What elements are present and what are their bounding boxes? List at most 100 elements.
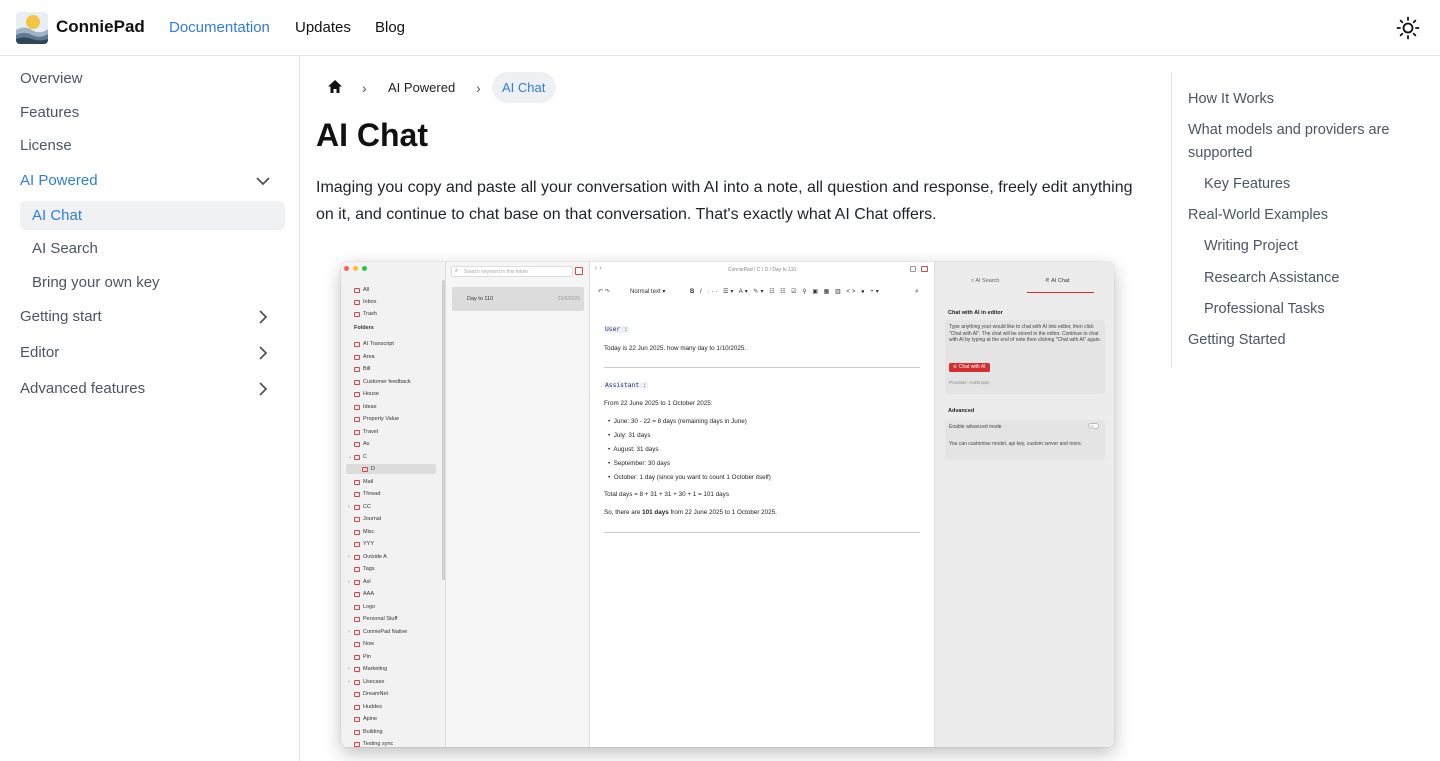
- breadcrumb-ai-chat[interactable]: AI Chat: [502, 80, 545, 95]
- chevron-down-icon[interactable]: [254, 172, 272, 190]
- folder-caret-icon[interactable]: ›: [348, 504, 350, 510]
- top-item[interactable]: Trash: [363, 311, 377, 317]
- toc-models-providers[interactable]: What models and providers are supported: [1188, 119, 1418, 165]
- folder-caret-icon[interactable]: ›: [348, 629, 350, 635]
- folder-item[interactable]: Axl: [363, 579, 371, 585]
- folder-item[interactable]: Marketing: [363, 666, 387, 672]
- folder-item[interactable]: ConniePad Native: [363, 629, 407, 635]
- folder-item[interactable]: Apine: [363, 716, 377, 722]
- toc-key-features[interactable]: Key Features: [1204, 173, 1290, 196]
- folder-item[interactable]: CC: [363, 504, 371, 510]
- folder-item[interactable]: Travel: [363, 429, 378, 435]
- breadcrumb-ai-powered[interactable]: AI Powered: [388, 80, 455, 95]
- folder-icon: [354, 517, 360, 522]
- undo-redo-icon[interactable]: ↶ ↷: [598, 288, 610, 295]
- toc-how-it-works[interactable]: How It Works: [1188, 88, 1274, 111]
- new-note-icon[interactable]: [575, 267, 583, 275]
- folder-item[interactable]: Bill: [363, 366, 370, 372]
- folder-icon: [354, 654, 360, 660]
- chevron-right-icon[interactable]: [254, 380, 272, 398]
- folder-item[interactable]: Property Value: [363, 416, 399, 422]
- folder-item[interactable]: Mail: [363, 479, 373, 485]
- conclusion-post: from 22 June 2025 to 1 October 2025.: [668, 509, 777, 516]
- top-item[interactable]: All: [363, 287, 369, 293]
- folder-item[interactable]: Ideas: [363, 404, 376, 410]
- folder-item[interactable]: Outside A: [363, 554, 387, 560]
- find-icon[interactable]: ⌕: [915, 288, 919, 296]
- folder-item[interactable]: Now: [363, 641, 374, 647]
- folder-item[interactable]: Misc: [363, 529, 374, 535]
- lock-icon[interactable]: [910, 266, 916, 272]
- text-style-select[interactable]: Normal text ▾: [630, 288, 665, 295]
- sidebar-item-getting-start[interactable]: Getting start: [20, 308, 102, 325]
- sidebar-item-ai-powered[interactable]: AI Powered: [20, 172, 98, 189]
- folder-caret-icon[interactable]: ›: [348, 579, 350, 585]
- chevron-right-icon[interactable]: [254, 308, 272, 326]
- folder-icon: [362, 467, 368, 472]
- folder-item[interactable]: Area: [363, 354, 375, 360]
- folder-item[interactable]: Usecase: [363, 679, 384, 685]
- format-toolbar[interactable]: B I ··· ☰▾ A▾ ✎▾ ☷ ☷ ☑ ⚲ ▣ ▦ ▥ <> ● +▾: [690, 288, 881, 295]
- nav-blog[interactable]: Blog: [375, 19, 405, 36]
- folder-icon: [354, 417, 360, 422]
- sidebar-item-ai-search[interactable]: AI Search: [32, 240, 98, 257]
- chevron-right-icon[interactable]: [254, 344, 272, 362]
- app-note-list: ⌕ Search keyword in this folder Day to 1…: [446, 262, 590, 747]
- tab-ai-chat[interactable]: ⚟ AI Chat: [1045, 278, 1070, 284]
- toc-writing-project[interactable]: Writing Project: [1204, 235, 1298, 258]
- folder-scrollbar[interactable]: [442, 280, 445, 580]
- home-icon[interactable]: [326, 78, 344, 96]
- folder-item[interactable]: Personal Stuff: [363, 616, 397, 622]
- app-editor[interactable]: ‹ › ConniePad / C / D / Day to 110 ↶ ↷ N…: [590, 262, 934, 747]
- toc-professional-tasks[interactable]: Professional Tasks: [1204, 298, 1325, 321]
- note-search-input[interactable]: ⌕ Search keyword in this folder: [451, 266, 573, 277]
- folder-item[interactable]: Journal: [363, 516, 381, 522]
- folder-item[interactable]: Building: [363, 729, 383, 735]
- folder-item[interactable]: YYY: [363, 541, 374, 547]
- folder-item[interactable]: C: [363, 454, 367, 460]
- folder-icon: [354, 354, 360, 360]
- folder-caret-icon[interactable]: ›: [348, 554, 350, 560]
- folder-item[interactable]: Testing sync: [363, 741, 393, 747]
- theme-toggle-icon[interactable]: [1396, 16, 1420, 40]
- sidebar-item-ai-chat[interactable]: AI Chat: [32, 207, 82, 224]
- folder-item[interactable]: Customer feedback: [363, 379, 411, 385]
- sidebar-item-byok[interactable]: Bring your own key: [32, 274, 160, 291]
- toc-getting-started[interactable]: Getting Started: [1188, 329, 1286, 352]
- folder-caret-icon[interactable]: ›: [348, 679, 350, 685]
- brand-name[interactable]: ConniePad: [56, 17, 145, 37]
- tab-ai-search[interactable]: ⌕ AI Search: [971, 278, 999, 285]
- folder-item[interactable]: Thread: [363, 491, 380, 497]
- folder-item[interactable]: AI Transcript: [363, 341, 394, 347]
- sidebar-item-license[interactable]: License: [20, 137, 72, 154]
- sidebar-item-editor[interactable]: Editor: [20, 344, 59, 361]
- answer-bullet-text: October: 1 day (since you want to count …: [613, 474, 771, 481]
- folder-item[interactable]: Tags: [363, 566, 375, 572]
- advanced-mode-toggle[interactable]: [1088, 423, 1099, 429]
- sidebar-item-overview[interactable]: Overview: [20, 70, 83, 87]
- folder-icon: [354, 592, 360, 597]
- folder-item[interactable]: Huddes: [363, 704, 382, 710]
- panel-toggle-icon[interactable]: [921, 266, 928, 272]
- chat-with-ai-button[interactable]: ⚟ Chat with AI: [949, 363, 990, 372]
- folder-caret-icon[interactable]: ›: [348, 666, 350, 672]
- folder-caret-icon[interactable]: ⌄: [348, 454, 352, 460]
- sidebar-item-features[interactable]: Features: [20, 104, 79, 121]
- conniepad-logo[interactable]: [16, 12, 48, 44]
- nav-documentation[interactable]: Documentation: [169, 19, 270, 36]
- ai-chat-card: Type anything your would like to chat wi…: [945, 320, 1105, 394]
- folder-item[interactable]: DreamNet: [363, 691, 388, 697]
- folder-item[interactable]: House: [363, 391, 379, 397]
- sidebar-item-advanced-features[interactable]: Advanced features: [20, 380, 145, 397]
- folder-item[interactable]: D: [371, 466, 375, 472]
- nav-updates[interactable]: Updates: [295, 19, 351, 36]
- folder-item[interactable]: As: [363, 441, 369, 447]
- top-item[interactable]: Inbox: [363, 299, 376, 305]
- folder-icon: [354, 579, 360, 585]
- folder-item[interactable]: Logo: [363, 604, 375, 610]
- folder-item[interactable]: Pin: [363, 654, 371, 660]
- toc-research-assistance[interactable]: Research Assistance: [1204, 267, 1339, 290]
- folder-item[interactable]: AAA: [363, 591, 374, 597]
- note-list-item[interactable]: Day to 110 23/6/2025: [452, 287, 584, 311]
- toc-real-world-examples[interactable]: Real-World Examples: [1188, 204, 1328, 227]
